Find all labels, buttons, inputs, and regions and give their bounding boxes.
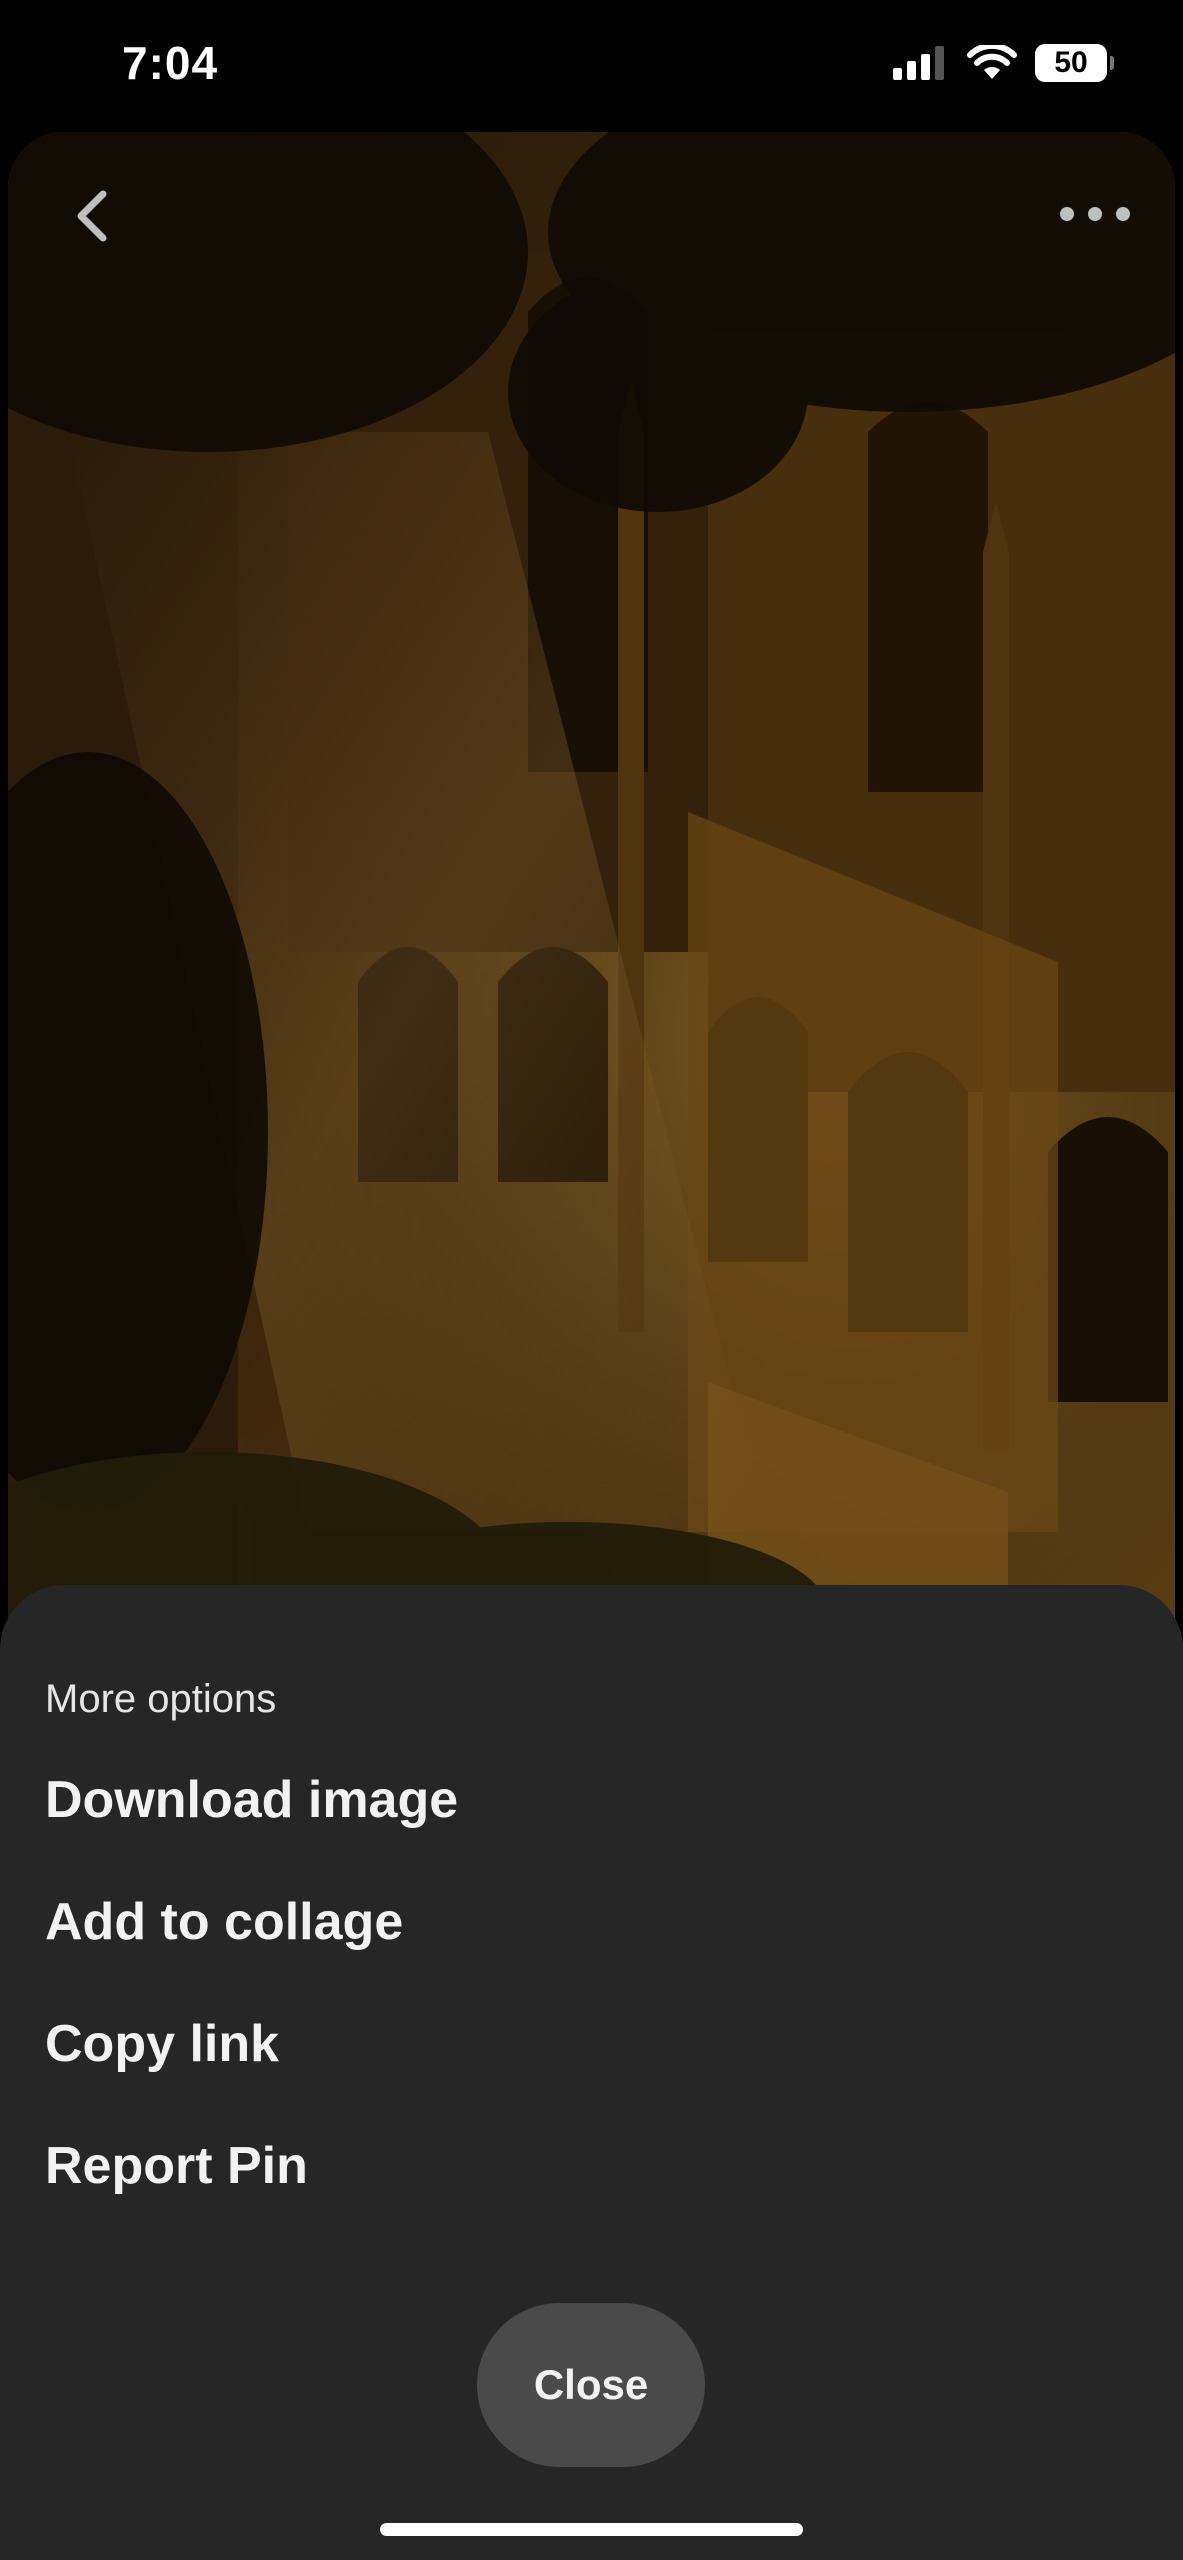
report-pin-option[interactable]: Report Pin xyxy=(45,2136,308,2196)
status-time: 7:04 xyxy=(122,37,219,89)
ellipsis-icon[interactable] xyxy=(1055,194,1135,234)
cellular-signal-icon xyxy=(893,46,944,80)
add-to-collage-option[interactable]: Add to collage xyxy=(45,1892,403,1952)
close-button[interactable]: Close xyxy=(477,2303,705,2467)
sheet-title: More options xyxy=(45,1677,277,1721)
status-bar: 7:04 50 xyxy=(0,0,1183,130)
image-dim-overlay xyxy=(8,132,1175,1632)
screen: 7:04 50 More options Download image Add … xyxy=(0,0,1183,2560)
pin-image[interactable] xyxy=(8,132,1175,1632)
download-image-option[interactable]: Download image xyxy=(45,1770,458,1830)
wifi-icon xyxy=(967,45,1017,79)
home-indicator[interactable] xyxy=(380,2523,803,2536)
battery-indicator: 50 xyxy=(1035,44,1114,82)
more-options-sheet: More options Download image Add to colla… xyxy=(0,1585,1183,2560)
copy-link-option[interactable]: Copy link xyxy=(45,2014,279,2074)
chevron-left-icon[interactable] xyxy=(63,184,127,248)
status-icons: 50 xyxy=(893,44,1114,82)
